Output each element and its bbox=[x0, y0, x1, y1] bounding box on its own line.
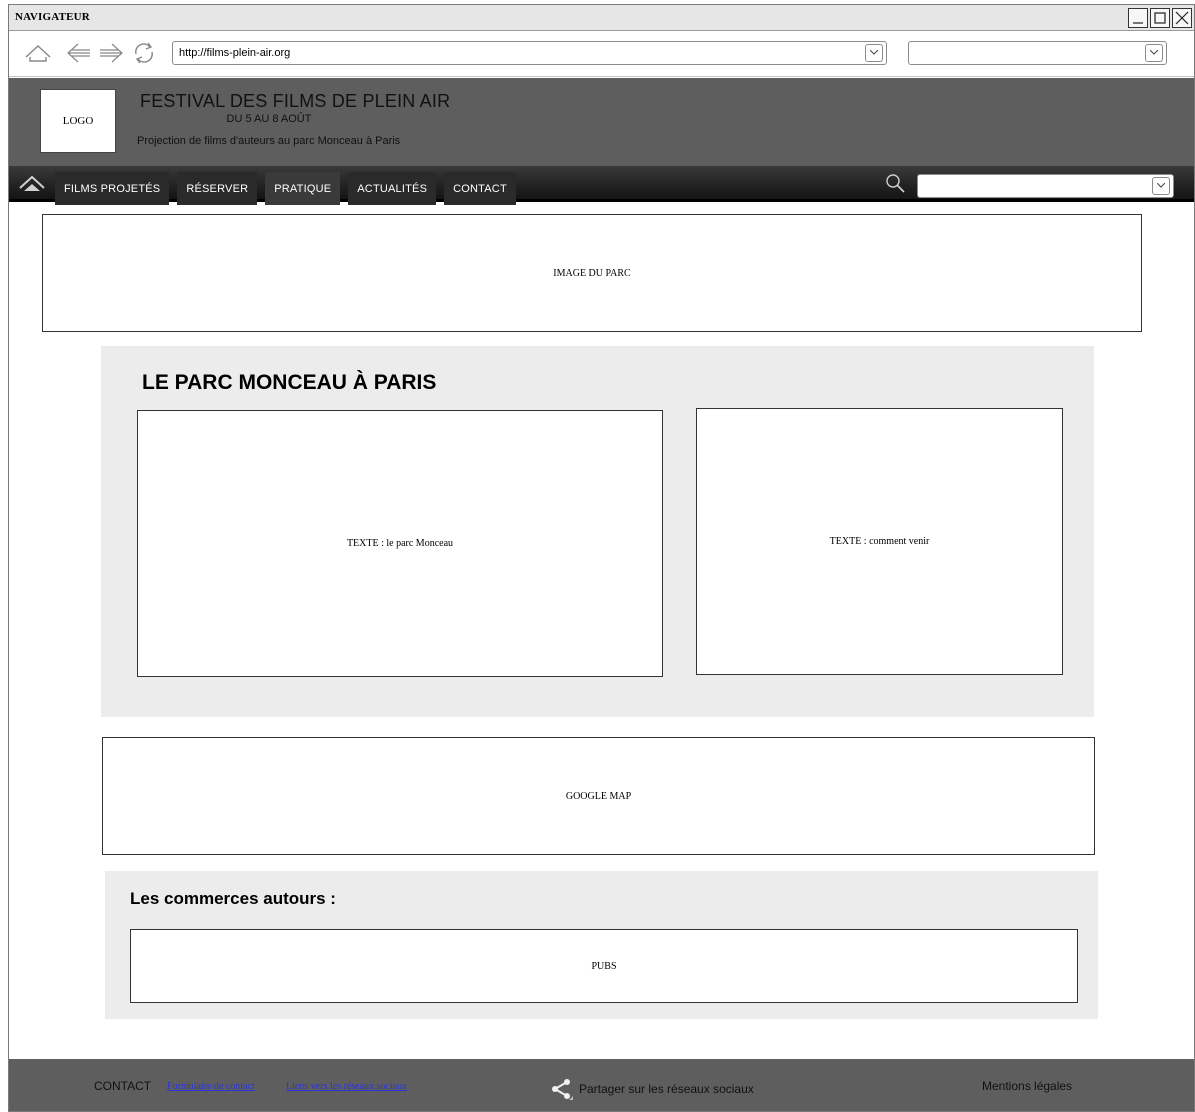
text-park-label: TEXTE : le parc Monceau bbox=[346, 538, 454, 549]
google-map-label: GOOGLE MAP bbox=[565, 790, 632, 802]
site-search-dropdown-button[interactable] bbox=[1152, 177, 1170, 195]
browser-search-field[interactable] bbox=[908, 41, 1167, 65]
window-title: NAVIGATEUR bbox=[15, 11, 90, 23]
nav-item-pratique[interactable]: PRATIQUE bbox=[265, 172, 341, 205]
text-directions-label: TEXTE : comment venir bbox=[829, 536, 930, 547]
refresh-icon[interactable] bbox=[130, 40, 158, 66]
url-dropdown-button[interactable] bbox=[865, 44, 883, 62]
shops-title: Les commerces autours : bbox=[130, 889, 336, 908]
window-controls bbox=[1128, 8, 1192, 28]
address-bar: http://films-plein-air.org bbox=[9, 32, 1194, 77]
hero-image-label: IMAGE DU PARC bbox=[553, 267, 631, 279]
section-title: LE PARC MONCEAU À PARIS bbox=[142, 371, 437, 394]
site-search-input[interactable] bbox=[917, 174, 1174, 198]
share-icon bbox=[552, 1079, 573, 1100]
maximize-icon bbox=[1154, 12, 1166, 24]
nav-item-reserver[interactable]: RÉSERVER bbox=[177, 172, 258, 205]
share-label: Partager sur les réseaux sociaux bbox=[579, 1082, 754, 1096]
nav-item-actualites[interactable]: ACTUALITÉS bbox=[348, 172, 437, 205]
site-footer: CONTACT Formulaire de contact Liens vers… bbox=[9, 1059, 1194, 1111]
minimize-icon bbox=[1133, 22, 1143, 24]
site-title: FESTIVAL DES FILMS DE PLEIN AIR bbox=[140, 91, 451, 111]
footer-contact-label: CONTACT bbox=[94, 1079, 152, 1093]
hero-image-placeholder: IMAGE DU PARC bbox=[42, 214, 1142, 332]
close-icon bbox=[1175, 11, 1189, 25]
chevron-down-icon bbox=[870, 50, 878, 55]
search-icon[interactable] bbox=[885, 173, 907, 195]
chevron-down-icon bbox=[1150, 50, 1158, 55]
browser-window: NAVIGATEUR http://films-plein-air.org LO… bbox=[8, 4, 1195, 1112]
nav-item-films-projetes[interactable]: FILMS PROJETÉS bbox=[55, 172, 170, 205]
back-arrow-icon[interactable] bbox=[65, 40, 93, 66]
chevron-down-icon bbox=[1157, 183, 1165, 188]
main-nav: FILMS PROJETÉS RÉSERVER PRATIQUE ACTUALI… bbox=[9, 166, 1194, 205]
nav-item-contact[interactable]: CONTACT bbox=[444, 172, 516, 205]
home-icon[interactable] bbox=[19, 174, 45, 192]
text-directions-placeholder: TEXTE : comment venir bbox=[696, 408, 1063, 675]
share-button[interactable]: Partager sur les réseaux sociaux bbox=[549, 1076, 754, 1102]
google-map-placeholder[interactable]: GOOGLE MAP bbox=[102, 737, 1095, 855]
forward-arrow-icon[interactable] bbox=[97, 40, 125, 66]
title-bar: NAVIGATEUR bbox=[9, 5, 1194, 31]
close-button[interactable] bbox=[1172, 8, 1192, 28]
text-park-placeholder: TEXTE : le parc Monceau bbox=[137, 410, 663, 677]
url-field[interactable]: http://films-plein-air.org bbox=[172, 41, 887, 65]
site-header: LOGO FESTIVAL DES FILMS DE PLEIN AIR DU … bbox=[9, 78, 1194, 166]
browser-search-dropdown-button[interactable] bbox=[1145, 44, 1163, 62]
minimize-button[interactable] bbox=[1128, 8, 1148, 28]
ads-placeholder[interactable]: PUBS bbox=[130, 929, 1078, 1003]
legal-notice-link[interactable]: Mentions légales bbox=[982, 1079, 1072, 1093]
home-icon[interactable] bbox=[23, 40, 53, 66]
ads-label: PUBS bbox=[591, 960, 617, 972]
site-subtitle: Projection de films d'auteurs au parc Mo… bbox=[137, 135, 401, 147]
festival-dates: DU 5 AU 8 AOÛT bbox=[226, 113, 312, 125]
url-text: http://films-plein-air.org bbox=[179, 47, 291, 59]
social-links-link[interactable]: Liens vers les réseaux sociaux bbox=[286, 1081, 407, 1092]
maximize-button[interactable] bbox=[1150, 8, 1170, 28]
contact-form-link[interactable]: Formulaire de contact bbox=[167, 1081, 255, 1092]
